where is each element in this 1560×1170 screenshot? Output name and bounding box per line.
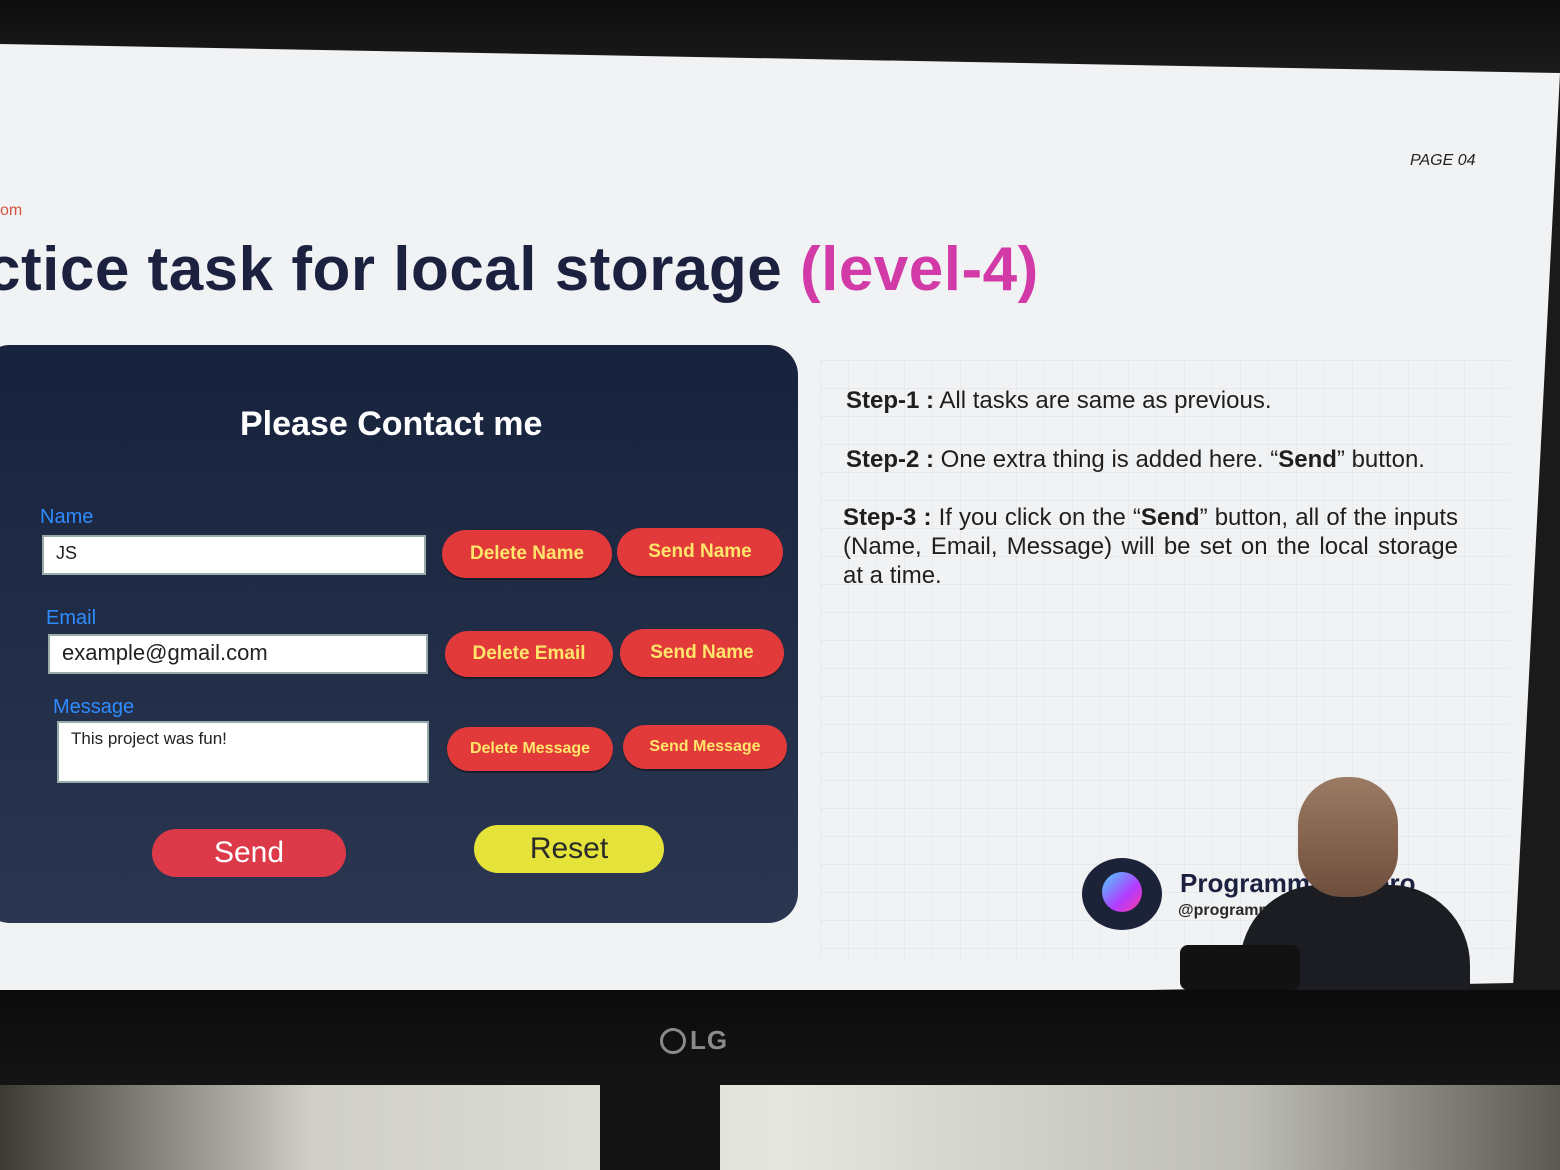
lg-circle-icon	[660, 1027, 686, 1054]
slide-title: ctice task for local storage (level-4)	[0, 234, 1039, 305]
step-3-label: Step-3 :	[843, 504, 932, 531]
step-2-bold: Send	[1278, 446, 1337, 473]
send-message-button[interactable]: Send Message	[623, 725, 787, 769]
step-2-text-after: ” button.	[1336, 446, 1425, 473]
email-input[interactable]: example@gmail.com	[48, 634, 428, 674]
monitor-brand-logo: LG	[660, 1025, 728, 1056]
step-3: Step-3 : If you click on the “Send” butt…	[843, 503, 1458, 590]
step-3-text-before: If you click on the “	[931, 504, 1141, 531]
message-textarea[interactable]: This project was fun!	[57, 721, 429, 783]
name-input[interactable]: JS	[42, 535, 426, 575]
send-email-button[interactable]: Send Name	[620, 629, 784, 677]
email-label: Email	[46, 607, 97, 629]
monitor-brand-text: LG	[690, 1025, 729, 1055]
url-fragment: om	[0, 202, 23, 219]
step-3-bold: Send	[1140, 504, 1200, 531]
presenter-webcam	[1180, 775, 1470, 995]
form-title: Please Contact me	[240, 405, 543, 443]
step-2-text-before: One extra thing is added here. “	[934, 446, 1279, 473]
step-1-text: All tasks are same as previous.	[934, 387, 1272, 414]
monitor-bezel-bottom	[0, 990, 1560, 1090]
step-2: Step-2 : One extra thing is added here. …	[846, 445, 1461, 474]
delete-name-button[interactable]: Delete Name	[442, 530, 612, 578]
message-label: Message	[53, 696, 135, 718]
desk-surface	[0, 1085, 1560, 1170]
slide-title-main: ctice task for local storage	[0, 235, 783, 304]
send-name-button[interactable]: Send Name	[617, 528, 783, 576]
programming-hero-logo-icon	[1082, 858, 1162, 930]
reset-button[interactable]: Reset	[474, 825, 664, 873]
step-1-label: Step-1 :	[846, 387, 935, 414]
slide-title-accent: (level-4)	[799, 235, 1039, 304]
page-number: PAGE 04	[1410, 152, 1476, 169]
send-button[interactable]: Send	[152, 829, 346, 877]
microphone-icon	[1180, 945, 1300, 990]
monitor-stand	[600, 1080, 720, 1170]
name-label: Name	[40, 506, 94, 528]
step-1: Step-1 : All tasks are same as previous.	[846, 386, 1461, 415]
delete-email-button[interactable]: Delete Email	[445, 631, 613, 677]
delete-message-button[interactable]: Delete Message	[447, 727, 613, 771]
step-2-label: Step-2 :	[846, 446, 935, 473]
